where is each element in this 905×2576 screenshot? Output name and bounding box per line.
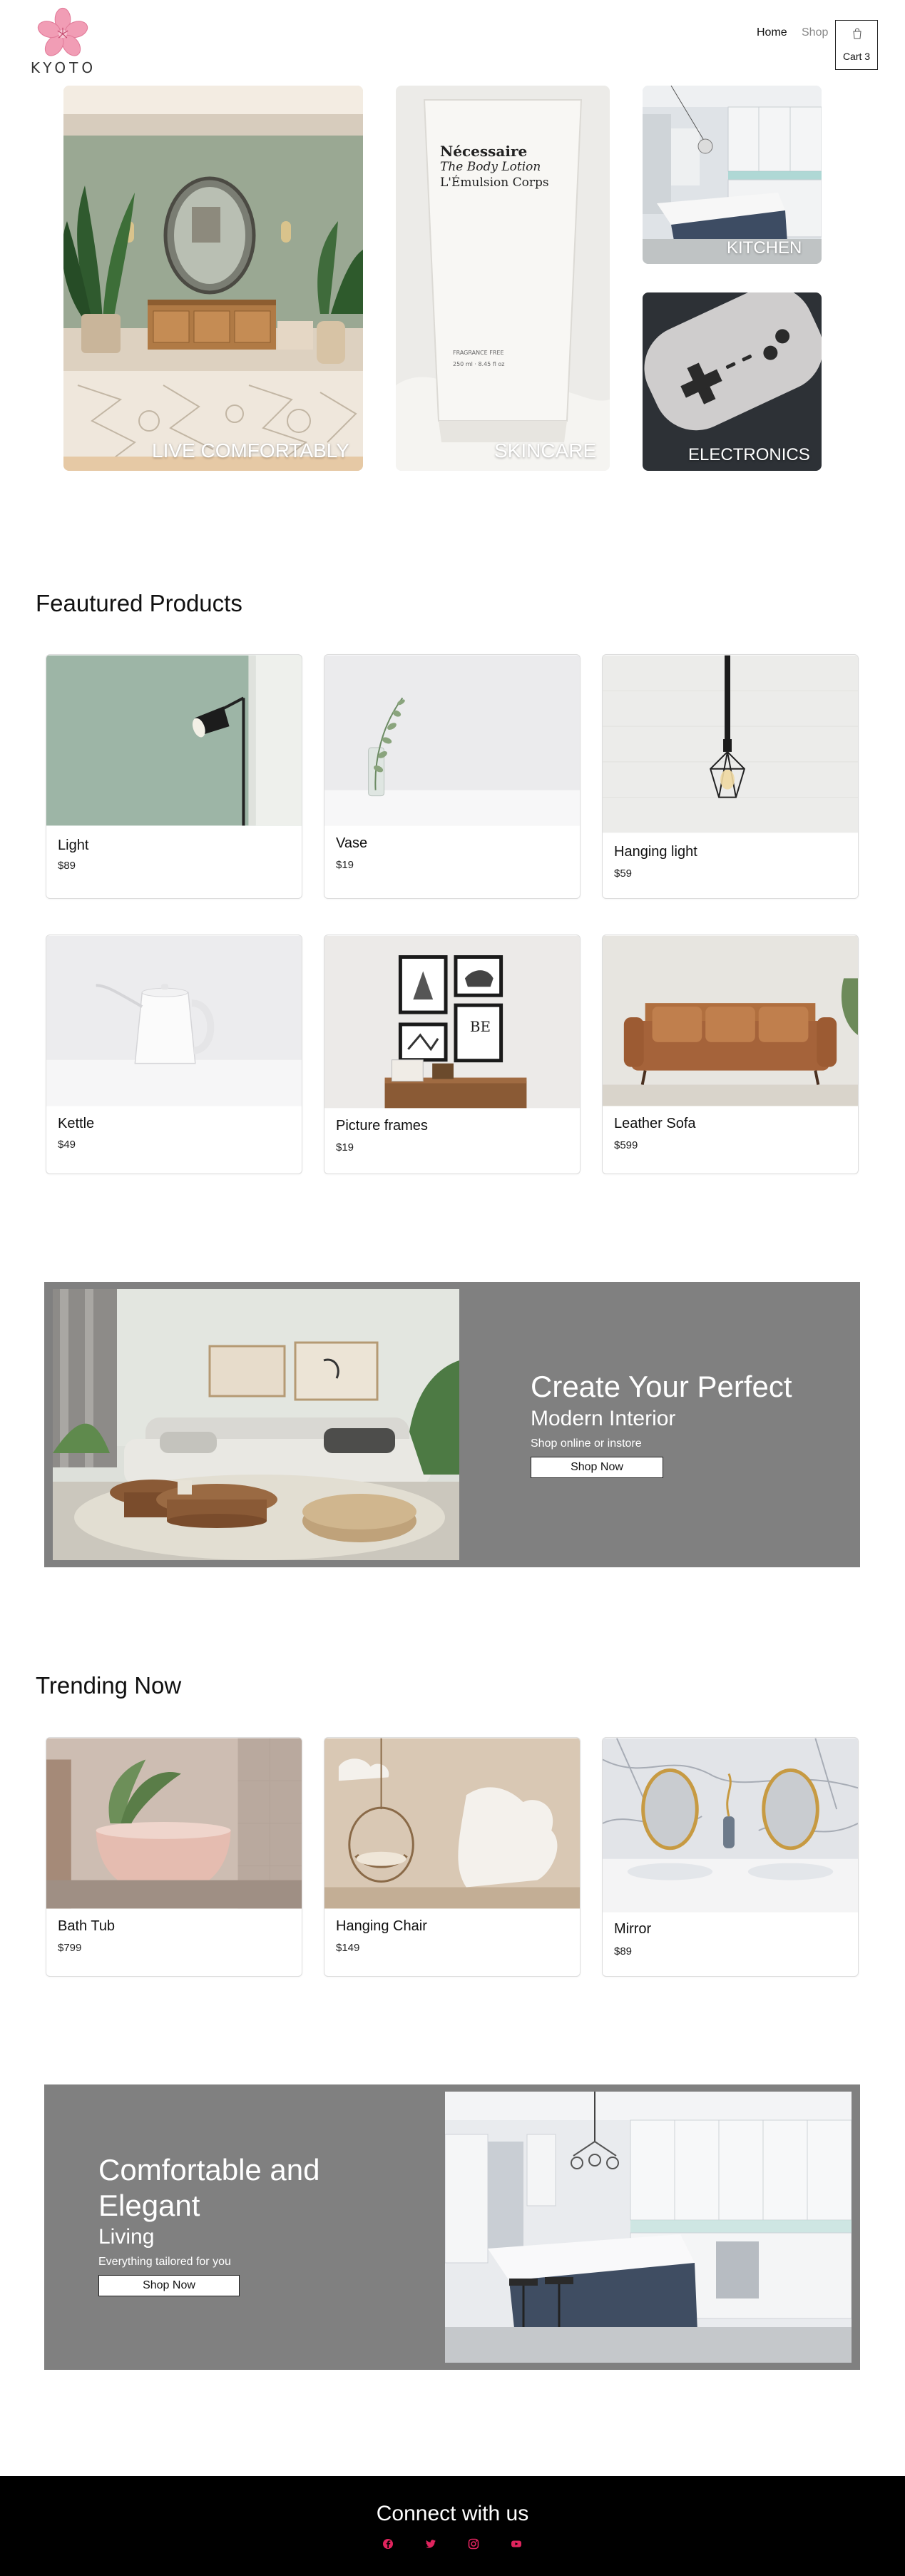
product-name: Hanging Chair — [336, 1918, 427, 1934]
tile-label: SKINCARE — [494, 439, 597, 462]
kyoto-logo[interactable]: KYOTO — [26, 7, 101, 76]
product-image-leather-sofa — [603, 935, 858, 1106]
hero-tile-skincare[interactable]: Nécessaire The Body Lotion L'Émulsion Co… — [396, 86, 610, 471]
lotion-fragrance: FRAGRANCE FREE — [453, 350, 504, 356]
cart-button[interactable]: Cart 3 — [835, 20, 878, 70]
hero-tile-live-comfortably[interactable]: LIVE COMFORTABLY — [63, 86, 363, 471]
lotion-name-fr: L'Émulsion Corps — [440, 175, 549, 190]
site-footer: Connect with us — [0, 2476, 905, 2576]
product-name: Bath Tub — [58, 1918, 116, 1934]
facebook-icon[interactable] — [382, 2537, 394, 2550]
instagram-icon[interactable] — [467, 2537, 480, 2550]
product-name: Hanging light — [614, 844, 697, 860]
product-name: Picture frames — [336, 1118, 428, 1134]
product-image-hanging-light — [603, 655, 858, 833]
game-controller-image — [643, 292, 822, 471]
product-price: $19 — [336, 1141, 354, 1154]
footer-title: Connect with us — [376, 2502, 529, 2525]
product-price: $59 — [614, 867, 633, 880]
kitchen-image — [643, 86, 822, 264]
hero-tile-electronics[interactable]: ELECTRONICS — [643, 292, 822, 471]
product-card-hanging-chair[interactable]: Hanging Chair $149 — [324, 1737, 581, 1977]
product-price: $599 — [614, 1139, 638, 1151]
tile-label: LIVE COMFORTABLY — [152, 439, 349, 462]
tile-label: KITCHEN — [727, 238, 802, 258]
product-card-vase[interactable]: Vase $19 — [324, 654, 581, 899]
product-image-kettle — [46, 935, 302, 1106]
product-card-kettle[interactable]: Kettle $49 — [46, 935, 302, 1174]
product-name: Light — [58, 838, 89, 853]
product-price: $89 — [614, 1945, 633, 1958]
cart-label: Cart 3 — [842, 51, 871, 62]
living-room-image — [63, 86, 363, 471]
product-image-vase — [324, 655, 580, 826]
cherry-blossom-icon — [37, 7, 88, 56]
product-price: $149 — [336, 1942, 360, 1954]
banner-text: Shop online or instore — [531, 1437, 642, 1450]
product-image-picture-frames: BE — [324, 935, 580, 1109]
svg-text:BE: BE — [470, 1019, 491, 1035]
lotion-brand: Nécessaire — [440, 143, 528, 160]
product-price: $799 — [58, 1942, 82, 1954]
product-image-hanging-chair — [324, 1738, 580, 1909]
featured-title: Feautured Products — [36, 590, 242, 616]
living-promo-banner: Comfortable and Elegant Living Everythin… — [44, 2084, 860, 2370]
youtube-icon[interactable] — [510, 2537, 523, 2550]
shopping-bag-icon — [853, 28, 861, 39]
trending-title: Trending Now — [36, 1672, 182, 1699]
product-image-bath-tub — [46, 1738, 302, 1909]
product-card-picture-frames[interactable]: BE Picture frames $19 — [324, 935, 581, 1174]
banner-heading-line1: Comfortable and — [98, 2153, 320, 2186]
tile-label: ELECTRONICS — [688, 445, 810, 464]
product-card-hanging-light[interactable]: Hanging light $59 — [602, 654, 859, 899]
product-name: Mirror — [614, 1921, 652, 1937]
product-price: $49 — [58, 1139, 76, 1151]
product-card-bath-tub[interactable]: Bath Tub $799 — [46, 1737, 302, 1977]
banner-subheading: Living — [98, 2225, 155, 2249]
product-card-light[interactable]: Light $89 — [46, 654, 302, 899]
hero-tile-kitchen[interactable]: KITCHEN — [643, 86, 822, 264]
shop-now-button[interactable]: Shop Now — [531, 1457, 663, 1478]
twitter-icon[interactable] — [424, 2537, 437, 2550]
site-header: KYOTO Home Shop Cart 3 — [0, 0, 905, 78]
product-card-leather-sofa[interactable]: Leather Sofa $599 — [602, 935, 859, 1174]
shop-now-button[interactable]: Shop Now — [98, 2275, 240, 2296]
product-card-mirror[interactable]: Mirror $89 — [602, 1737, 859, 1977]
interior-image — [53, 1289, 459, 1560]
product-name: Kettle — [58, 1116, 95, 1131]
kitchen-banner-image — [445, 2092, 852, 2363]
lotion-name: The Body Lotion — [440, 160, 541, 174]
nav-home-link[interactable]: Home — [757, 26, 787, 39]
nav-shop-link[interactable]: Shop — [802, 26, 828, 39]
banner-heading-line2: Elegant — [98, 2189, 200, 2222]
lotion-volume: 250 ml · 8.45 fl oz — [453, 361, 505, 367]
product-image-mirror — [603, 1738, 858, 1913]
product-price: $19 — [336, 859, 354, 871]
product-name: Vase — [336, 835, 368, 851]
interior-promo-banner: Create Your Perfect Modern Interior Shop… — [44, 1282, 860, 1567]
product-price: $89 — [58, 860, 76, 872]
banner-heading: Create Your Perfect — [531, 1370, 792, 1403]
banner-subheading: Modern Interior — [531, 1407, 676, 1430]
product-image-light — [46, 655, 302, 826]
banner-text: Everything tailored for you — [98, 2256, 231, 2268]
logo-text: KYOTO — [30, 59, 97, 76]
product-name: Leather Sofa — [614, 1116, 696, 1131]
